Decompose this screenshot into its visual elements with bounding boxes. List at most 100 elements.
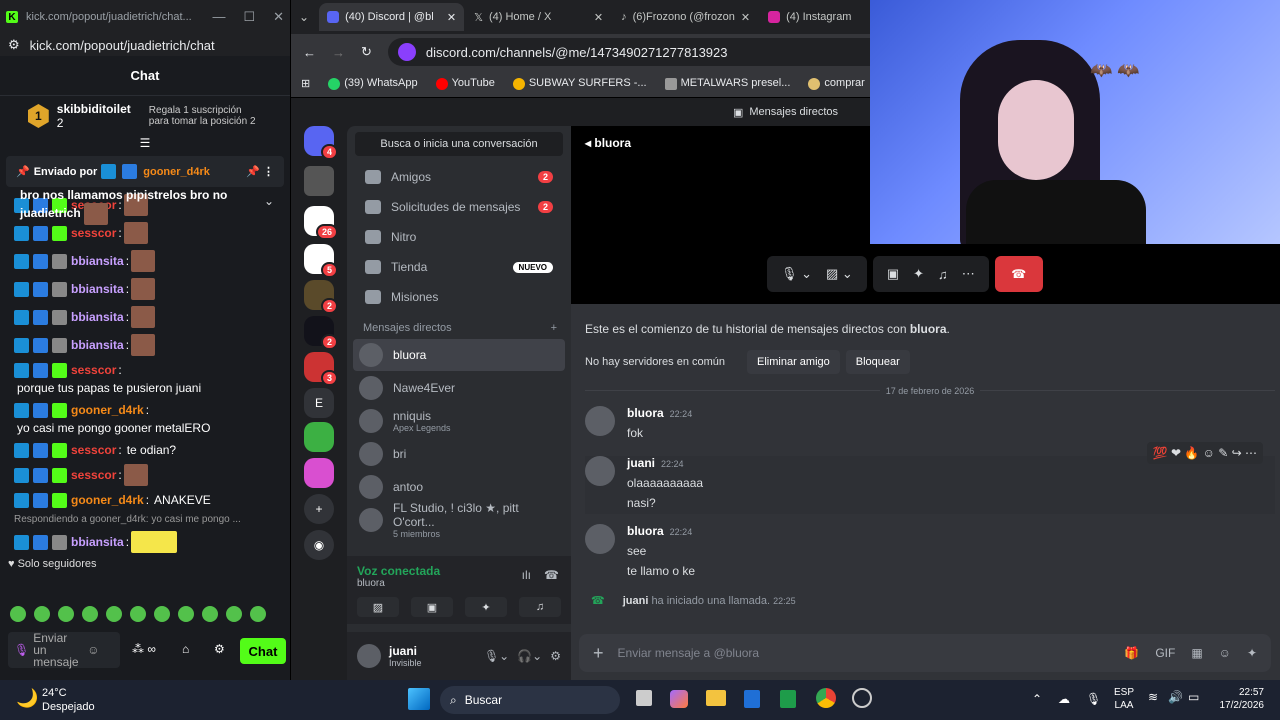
server-icon[interactable]: 2 (304, 316, 338, 350)
mic-icon[interactable]: 🎙 (1086, 692, 1101, 706)
server-icon[interactable] (304, 422, 334, 452)
remove-friend-button[interactable]: Eliminar amigo (747, 350, 840, 374)
task-view-icon[interactable] (636, 690, 652, 706)
weather-widget[interactable]: 24°C Despejado (42, 686, 95, 714)
search-box[interactable]: ⌕ Buscar (440, 686, 620, 714)
discover-icon[interactable]: ◉ (304, 530, 334, 560)
screenshare-icon[interactable]: ▣ (887, 266, 899, 282)
signal-icon[interactable]: ılı (522, 568, 531, 582)
expand-icon[interactable]: ☰ (0, 136, 290, 150)
dm-item[interactable]: bluora (353, 339, 565, 371)
pinned-user[interactable]: gooner_d4rk (143, 166, 210, 178)
emoji-icon[interactable]: ☺ (87, 643, 99, 657)
chat-user[interactable]: bbiansita (71, 534, 124, 550)
chevron-up-icon[interactable]: ⌃ (1032, 692, 1042, 706)
weather-icon[interactable]: 🌙 (16, 688, 38, 709)
message-composer[interactable]: + Enviar mensaje a @bluora 🎁 GIF ▦ ☺ ✦ (579, 634, 1271, 672)
settings-icon[interactable]: ⚙ (214, 642, 225, 656)
mic-icon[interactable]: 🎙⌄ (484, 649, 509, 663)
message-actions[interactable]: 💯 ❤ 🔥 ☺ ✎ ↪ ⋯ (1146, 442, 1263, 464)
tab-close-icon[interactable]: ✕ (741, 11, 750, 24)
settings-gear-icon[interactable]: ⚙ (550, 649, 561, 663)
infinity-icon[interactable]: ⁂ ∞ (132, 642, 156, 656)
tab-close-icon[interactable]: ✕ (594, 11, 603, 24)
soundboard-icon[interactable]: ♫ (519, 597, 561, 617)
avatar[interactable] (585, 524, 615, 554)
chat-user[interactable]: bbiansita (71, 309, 124, 325)
app-icon[interactable] (852, 688, 872, 708)
cloud-icon[interactable]: ☁ (1058, 692, 1070, 706)
activities-icon[interactable]: ✦ (465, 597, 507, 617)
mic-icon[interactable]: 🎙 (14, 643, 29, 657)
dm-item[interactable]: nniquis Apex Legends (353, 405, 565, 437)
site-icon[interactable] (397, 43, 416, 61)
nav-message-requests[interactable]: Solicitudes de mensajes 2 (353, 192, 565, 222)
dm-item[interactable]: antoo (353, 471, 565, 503)
bookmark-subway[interactable]: SUBWAY SURFERS -... (512, 77, 647, 90)
pinned-message[interactable]: 📌 Enviado por gooner_d4rk 📌 ⋮ bro nos llama… (6, 156, 284, 225)
plus-icon[interactable]: + (593, 643, 604, 664)
soundboard-icon[interactable]: ♫ (938, 267, 948, 282)
close-icon[interactable]: ✕ (273, 9, 284, 25)
language-indicator[interactable]: ESP LAA (1114, 686, 1134, 712)
chat-user[interactable]: bbiansita (71, 253, 124, 269)
back-icon[interactable]: ← (303, 45, 316, 60)
server-icon[interactable] (304, 166, 334, 196)
top-gifter-name[interactable]: skibbiditoilet (57, 102, 131, 116)
start-icon[interactable] (408, 688, 430, 710)
more-icon[interactable]: ⋯ (962, 266, 975, 282)
chat-user[interactable]: bbiansita (71, 281, 124, 297)
search-button[interactable]: Busca o inicia una conversación (355, 132, 563, 156)
server-icon-e[interactable]: E (304, 388, 334, 418)
chat-send-button[interactable]: Chat (240, 638, 286, 664)
bookmark-whatsapp[interactable]: (39) WhatsApp (328, 77, 418, 90)
store-icon[interactable]: ⌂ (182, 642, 189, 656)
minimize-icon[interactable]: — (212, 9, 225, 25)
apps-icon[interactable]: ✦ (1247, 646, 1257, 660)
gift-cta[interactable]: Regala 1 suscripción para tomar la posic… (149, 105, 262, 127)
chat-user[interactable]: sesscor (71, 225, 116, 241)
avatar[interactable] (585, 456, 615, 486)
user-name[interactable]: juani (389, 644, 422, 658)
clock[interactable]: 22:57 17/2/2026 (1214, 686, 1265, 712)
mic-icon[interactable]: 🎙 ⌄ (781, 266, 812, 282)
disconnect-icon[interactable]: ☎ (544, 568, 559, 582)
chat-user[interactable]: sesscor (71, 442, 116, 458)
plus-icon[interactable]: + (551, 322, 557, 334)
server-icon[interactable] (304, 458, 334, 488)
bookmark-comprar[interactable]: comprar (808, 77, 865, 90)
volume-icon[interactable]: 🔊 (1168, 690, 1183, 704)
chat-user[interactable]: sesscor (71, 362, 116, 378)
chevron-down-icon[interactable]: ⌄ (264, 194, 274, 208)
reload-icon[interactable]: ↻ (361, 44, 372, 60)
dm-item[interactable]: bri (353, 438, 565, 470)
home-icon[interactable]: 4 (304, 126, 338, 160)
file-explorer-icon[interactable] (706, 690, 726, 706)
maximize-icon[interactable]: ☐ (243, 9, 255, 25)
gif-icon[interactable]: GIF (1155, 646, 1175, 660)
bookmark-metalwars[interactable]: METALWARS presel... (664, 77, 790, 90)
camera-off-icon[interactable]: ▨ ⌄ (826, 266, 853, 282)
chat-input[interactable]: 🎙 Enviar un mensaje ☺ (8, 632, 120, 668)
tab-x[interactable]: 𝕏 (4) Home / X ✕ (466, 3, 611, 31)
screenshare-icon[interactable]: ▣ (411, 597, 453, 617)
forward-icon[interactable]: → (332, 45, 345, 60)
copilot-icon[interactable] (670, 690, 688, 708)
chrome-icon[interactable] (816, 688, 836, 708)
chat-user[interactable]: sesscor (71, 467, 116, 483)
apps-icon[interactable]: ⊞ (301, 77, 310, 90)
server-icon[interactable]: 2 (304, 280, 338, 314)
dm-item[interactable]: Nawe4Ever (353, 372, 565, 404)
kick-url-bar[interactable]: ⚙ kick.com/popout/juadietrich/chat (0, 34, 290, 56)
tab-close-icon[interactable]: ✕ (447, 11, 456, 24)
add-server-icon[interactable]: + (304, 494, 334, 524)
block-button[interactable]: Bloquear (845, 350, 910, 374)
pin-icon-2[interactable]: 📌 ⋮ (246, 165, 274, 178)
nav-shop[interactable]: Tienda NUEVO (353, 252, 565, 282)
emoji-icon[interactable]: ☺ (1219, 646, 1231, 660)
server-icon[interactable]: 5 (304, 244, 338, 278)
tab-tiktok[interactable]: ♪ (6)Frozono (@frozon ✕ (613, 3, 758, 31)
nav-nitro[interactable]: Nitro (353, 222, 565, 252)
site-settings-icon[interactable]: ⚙ (8, 37, 20, 53)
emote-bar[interactable] (0, 606, 291, 628)
